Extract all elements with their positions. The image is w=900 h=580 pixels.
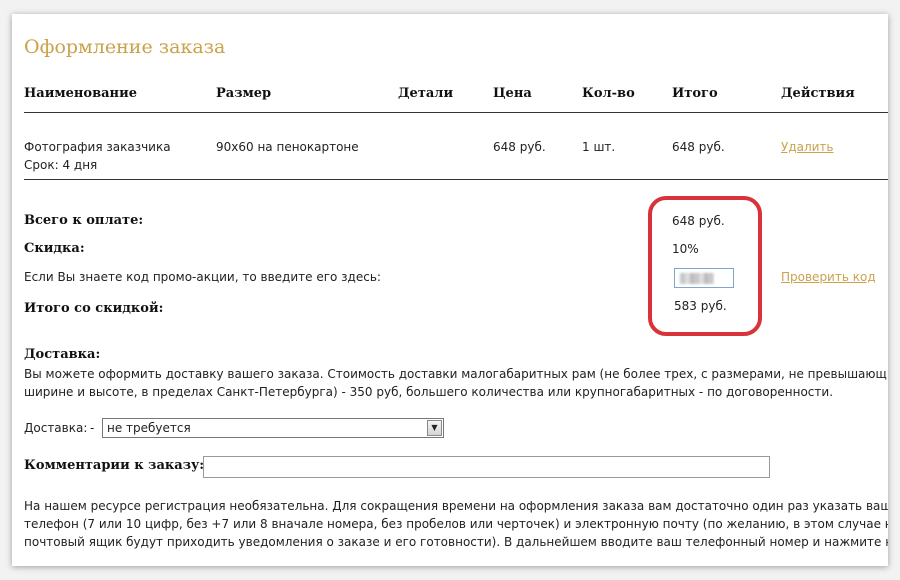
delivery-select-label: Доставка: [24,421,88,435]
delivery-text-line2: ширине и высоте, в пределах Санкт-Петерб… [24,385,834,399]
info-text-line2: телефон (7 или 10 цифр, без +7 или 8 вна… [24,517,888,531]
comments-label: Комментарии к заказу: [24,458,205,473]
item-total: 648 руб. [672,140,725,154]
col-header-details: Детали [398,86,454,101]
col-header-actions: Действия [781,86,855,101]
delivery-select-value: не требуется [107,421,191,435]
delivery-select-dash: - [90,421,95,435]
comments-input[interactable] [203,456,770,478]
col-header-total: Итого [672,86,718,101]
discount-label: Скидка: [24,241,85,256]
info-text-line1: На нашем ресурсе регистрация необязатель… [24,499,888,513]
item-qty: 1 шт. [582,140,616,154]
delivery-select[interactable]: не требуется ▼ [102,418,444,438]
col-header-size: Размер [216,86,272,101]
delete-link[interactable]: Удалить [781,140,834,154]
check-code-link[interactable]: Проверить код [781,270,876,284]
col-header-price: Цена [493,86,532,101]
item-price: 648 руб. [493,140,546,154]
col-header-qty: Кол-во [582,86,635,101]
chevron-down-icon[interactable]: ▼ [427,420,442,436]
promo-label: Если Вы знаете код промо-акции, то введи… [24,270,381,284]
col-header-name: Наименование [24,86,137,101]
red-highlight-annotation [648,196,762,336]
page-title: Оформление заказа [24,36,226,58]
delivery-text-line1: Вы можете оформить доставку вашего заказ… [24,367,888,381]
item-term: Срок: 4 дня [24,158,98,172]
total-label: Всего к оплате: [24,213,144,228]
final-total-label: Итого со скидкой: [24,301,164,316]
delivery-heading: Доставка: [24,347,101,362]
info-text-line3: почтовый ящик будут приходить уведомлени… [24,535,888,549]
item-size: 90x60 на пенокартоне [216,140,359,154]
order-page: Оформление заказа Наименование Размер Де… [12,14,888,566]
table-header-divider [24,112,888,113]
item-name: Фотография заказчика [24,140,171,154]
table-row-divider [24,179,888,180]
